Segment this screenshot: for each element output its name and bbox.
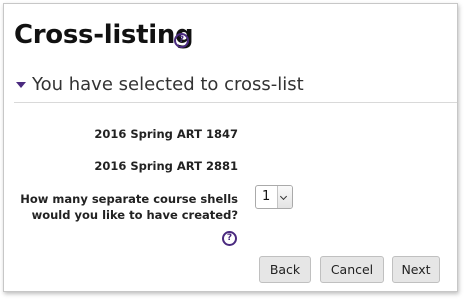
next-button[interactable]: Next [392,256,440,283]
help-icon[interactable]: ? [174,33,189,48]
chevron-down-icon [277,186,292,208]
cancel-button[interactable]: Cancel [320,256,384,283]
section-toggle[interactable]: You have selected to cross-list [16,72,304,96]
shells-count-value: 1 [262,189,271,204]
shells-question-label: How many separate course shells would yo… [20,192,238,222]
help-icon[interactable]: ? [222,231,237,246]
section-divider [14,102,457,103]
selected-course-1: 2016 Spring ART 1847 [94,127,238,141]
page-title: Cross-listing [14,20,194,50]
shells-count-select[interactable]: 1 [255,185,293,209]
selected-course-2: 2016 Spring ART 2881 [94,159,238,173]
caret-down-icon [16,82,26,88]
section-title: You have selected to cross-list [32,73,304,95]
back-button[interactable]: Back [259,256,311,283]
